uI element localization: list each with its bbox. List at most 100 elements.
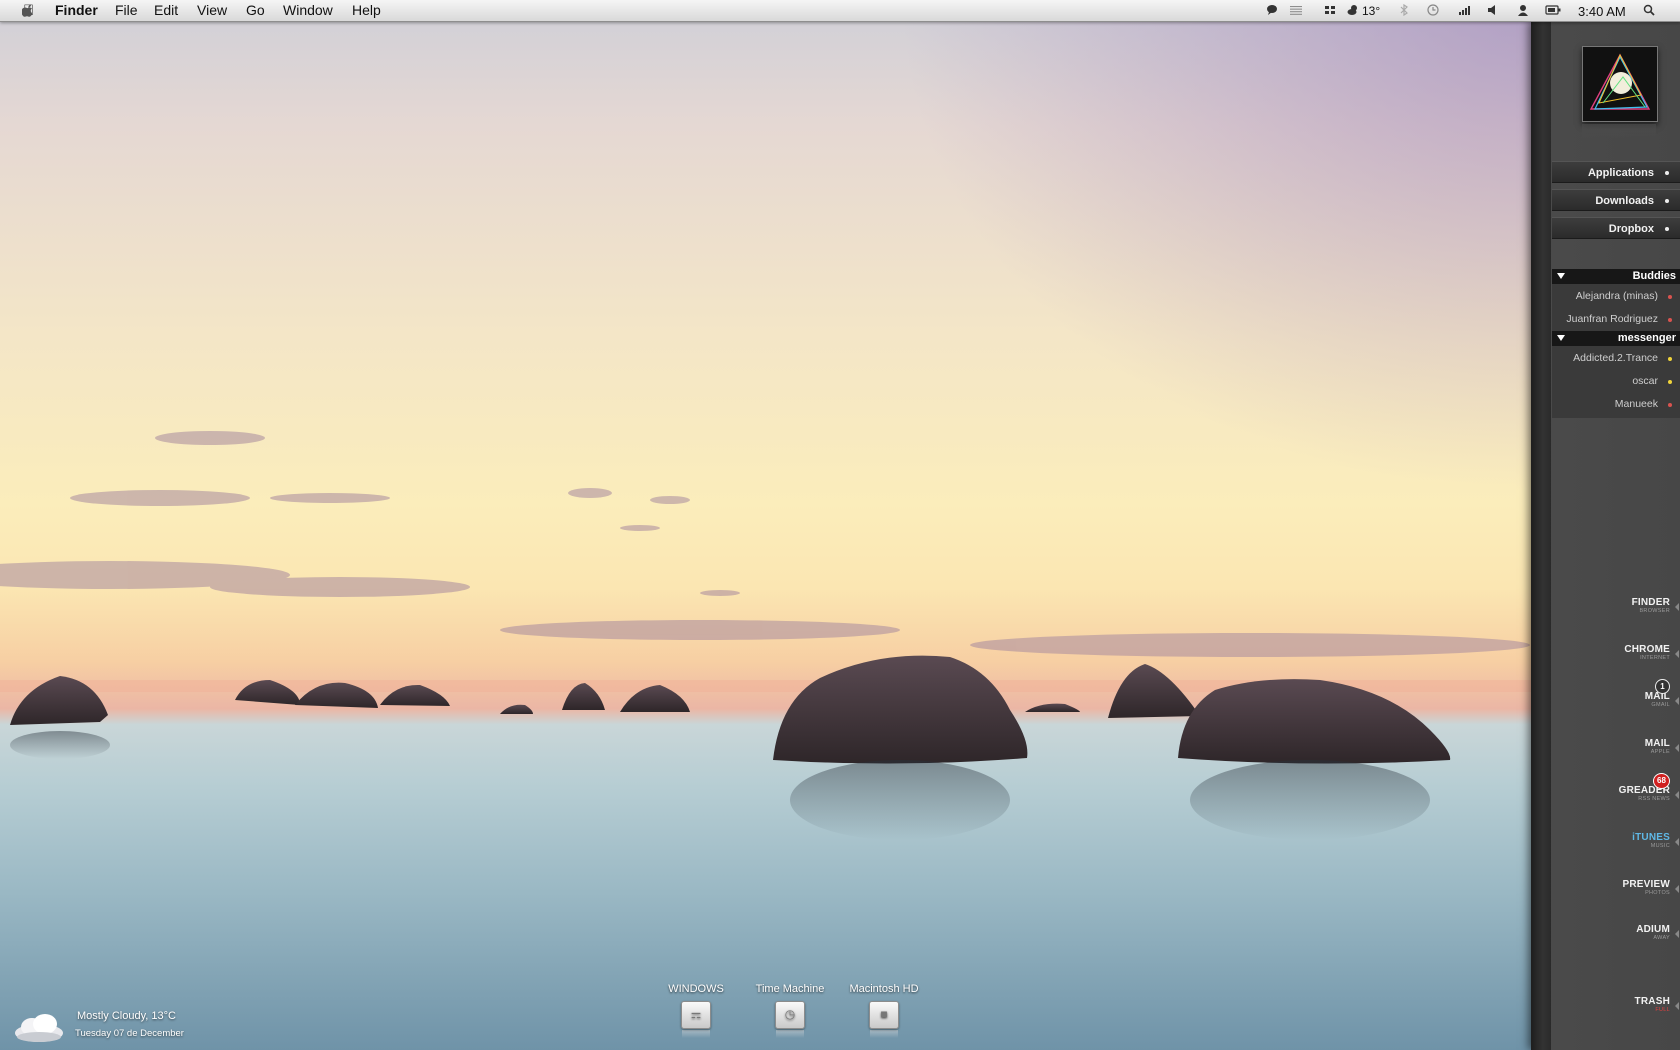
- time-machine-drive-icon: ◷: [775, 1001, 805, 1029]
- dock-app-trash[interactable]: TRASH FULL: [1600, 996, 1679, 1014]
- desktop-drive-time-machine[interactable]: Time Machine ◷: [745, 983, 835, 1038]
- app-name: MAIL: [1644, 738, 1670, 749]
- dock-app-mail-apple[interactable]: MAIL APPLE: [1600, 738, 1679, 756]
- buddy-item[interactable]: Manueek: [1552, 393, 1680, 415]
- status-idle-icon: [1668, 380, 1672, 384]
- stack-label: Applications: [1587, 167, 1654, 179]
- buddy-item[interactable]: Juanfran Rodriguez: [1552, 308, 1680, 330]
- weather-date: Tuesday 07 de December: [75, 1028, 184, 1039]
- buddy-name: Alejandra (minas): [1575, 290, 1658, 302]
- album-triangle-art: [1589, 53, 1651, 110]
- dock-app-itunes[interactable]: iTUNES MUSIC: [1600, 832, 1679, 850]
- volume-icon[interactable]: [1487, 4, 1499, 16]
- stack-indicator-icon: [1665, 227, 1669, 231]
- drive-reflection: [682, 1030, 710, 1038]
- menubar-clock[interactable]: 3:40 AM: [1578, 3, 1626, 20]
- group-header-buddies[interactable]: Buddies: [1552, 269, 1680, 284]
- weather-condition: Mostly Cloudy, 13°C: [77, 1010, 176, 1022]
- drive-label: Macintosh HD: [849, 983, 919, 995]
- stack-label: Dropbox: [1608, 223, 1654, 235]
- album-reflection: [1582, 124, 1656, 138]
- wallpaper-scene: [0, 431, 1531, 840]
- weather-widget: Mostly Cloudy, 13°C Tuesday 07 de Decemb…: [12, 1005, 252, 1047]
- menu-go[interactable]: Go: [246, 2, 265, 19]
- menu-view[interactable]: View: [197, 2, 227, 19]
- status-away-icon: [1668, 318, 1672, 322]
- buddy-name: oscar: [1632, 375, 1658, 387]
- app-name: CHROME: [1624, 644, 1670, 655]
- unread-count-badge: 68: [1653, 773, 1670, 789]
- group-name: Buddies: [1632, 270, 1676, 282]
- user-icon[interactable]: [1517, 4, 1529, 16]
- desktop-drive-windows[interactable]: WINDOWS ⚎: [651, 983, 741, 1038]
- app-menu-finder[interactable]: Finder: [55, 2, 98, 19]
- buddy-item[interactable]: oscar: [1552, 370, 1680, 392]
- buddy-name: Juanfran Rodriguez: [1566, 313, 1658, 325]
- app-subtitle: INTERNET: [1640, 655, 1670, 661]
- stack-indicator-icon: [1665, 171, 1669, 175]
- menu-edit[interactable]: Edit: [154, 2, 178, 19]
- spotlight-icon[interactable]: [1643, 4, 1655, 16]
- menu-help[interactable]: Help: [352, 2, 381, 19]
- menu-file[interactable]: File: [115, 2, 138, 19]
- drive-label: WINDOWS: [668, 983, 724, 995]
- app-name: iTUNES: [1632, 832, 1670, 843]
- app-subtitle: BROWSER: [1639, 608, 1670, 614]
- chat-icon[interactable]: [1266, 4, 1278, 16]
- drive-reflection: [870, 1030, 898, 1038]
- menu-window[interactable]: Window: [283, 2, 333, 19]
- weather-icon[interactable]: [1347, 4, 1359, 16]
- buddy-item[interactable]: Alejandra (minas): [1552, 285, 1680, 307]
- dock-app-mail-gmail[interactable]: MAIL GMAIL 1: [1600, 679, 1679, 709]
- apple-menu-icon[interactable]: [22, 4, 34, 17]
- app-subtitle: FULL: [1655, 1007, 1670, 1013]
- app-name: TRASH: [1634, 996, 1670, 1007]
- drive-label: Time Machine: [755, 983, 825, 995]
- app-name: ADIUM: [1636, 924, 1670, 935]
- desktop-drive-macintosh-hd[interactable]: Macintosh HD ■: [839, 983, 929, 1038]
- dock-app-preview[interactable]: PREVIEW PHOTOS: [1600, 879, 1679, 897]
- menu-bar:  Finder File Edit View Go Window Help 1…: [0, 0, 1680, 22]
- running-indicator-icon: [1675, 838, 1679, 846]
- macintosh-hd-icon: ■: [869, 1001, 899, 1029]
- album-artwork[interactable]: [1582, 46, 1658, 122]
- running-indicator-icon: [1675, 650, 1679, 658]
- running-indicator-icon: [1675, 1002, 1679, 1010]
- group-name: messenger: [1617, 332, 1676, 344]
- app-subtitle: RSS NEWS: [1638, 796, 1670, 802]
- running-indicator-icon: [1675, 744, 1679, 752]
- buddy-item[interactable]: Addicted.2.Trance: [1552, 347, 1680, 369]
- dock-app-finder[interactable]: FINDER BROWSER: [1600, 597, 1679, 615]
- app-subtitle: PHOTOS: [1645, 890, 1670, 896]
- stack-applications[interactable]: Applications: [1552, 161, 1680, 183]
- stack-label: Downloads: [1595, 195, 1654, 207]
- battery-icon[interactable]: [1545, 4, 1561, 16]
- status-away-icon: [1668, 403, 1672, 407]
- status-away-icon: [1668, 295, 1672, 299]
- dock-app-chrome[interactable]: CHROME INTERNET: [1600, 644, 1679, 662]
- stack-dropbox[interactable]: Dropbox: [1552, 217, 1680, 239]
- weather-temp[interactable]: 13°: [1362, 3, 1380, 20]
- app-subtitle: MUSIC: [1650, 843, 1670, 849]
- app-subtitle: GMAIL: [1651, 702, 1670, 708]
- dock-app-greader[interactable]: GREADER RSS NEWS 68: [1600, 773, 1679, 803]
- running-indicator-icon: [1675, 791, 1679, 799]
- signal-icon[interactable]: [1458, 4, 1470, 16]
- buddy-name: Manueek: [1614, 398, 1658, 410]
- dock-edge: [1531, 21, 1551, 1050]
- list-icon[interactable]: [1290, 4, 1302, 16]
- time-machine-icon[interactable]: [1427, 4, 1439, 16]
- status-idle-icon: [1668, 357, 1672, 361]
- unread-badge: 1: [1655, 679, 1670, 694]
- app-name: FINDER: [1631, 597, 1670, 608]
- bluetooth-icon[interactable]: [1398, 4, 1410, 16]
- app-subtitle: AWAY: [1653, 935, 1670, 941]
- dock-app-adium[interactable]: ADIUM AWAY: [1600, 924, 1679, 942]
- disclosure-triangle-icon[interactable]: [1557, 335, 1565, 341]
- stack-indicator-icon: [1665, 199, 1669, 203]
- running-indicator-icon: [1675, 603, 1679, 611]
- group-header-messenger[interactable]: messenger: [1552, 331, 1680, 346]
- disclosure-triangle-icon[interactable]: [1557, 273, 1565, 279]
- dropbox-icon[interactable]: [1324, 4, 1336, 16]
- stack-downloads[interactable]: Downloads: [1552, 189, 1680, 211]
